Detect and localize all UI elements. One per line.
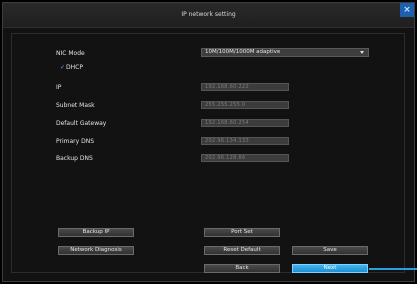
back-button[interactable]: Back [204, 264, 280, 273]
checkmark-icon: ✓ [60, 64, 66, 71]
nic-mode-value: 10M/100M/1000M adaptive [205, 49, 281, 55]
next-button[interactable]: Next [292, 264, 368, 273]
window-title: IP network setting [181, 11, 236, 18]
backup-ip-button[interactable]: Backup IP [58, 228, 134, 237]
port-set-button[interactable]: Port Set [204, 228, 280, 237]
network-diagnosis-button[interactable]: Network Diagnosis [58, 246, 134, 255]
ip-label: IP [56, 84, 62, 91]
save-button[interactable]: Save [292, 246, 368, 255]
primary-dns-field[interactable]: 202.96.134.133 [201, 137, 289, 145]
ip-field[interactable]: 192.168.60.222 [201, 83, 289, 91]
backup-dns-field[interactable]: 202.96.128.86 [201, 154, 289, 162]
dhcp-label: DHCP [66, 64, 83, 71]
subnet-mask-label: Subnet Mask [56, 102, 95, 109]
reset-default-button[interactable]: Reset Default [204, 246, 280, 255]
nic-mode-select[interactable]: 10M/100M/1000M adaptive [201, 48, 369, 57]
close-icon[interactable]: × [400, 3, 414, 17]
primary-dns-label: Primary DNS [56, 138, 95, 145]
focus-indicator [369, 268, 417, 270]
chevron-down-icon [360, 51, 364, 54]
subnet-mask-field[interactable]: 255.255.255.0 [201, 101, 289, 109]
backup-dns-label: Backup DNS [56, 155, 93, 162]
nic-mode-label: NIC Mode [56, 50, 85, 57]
dhcp-checkbox[interactable]: ✓DHCP [60, 64, 83, 71]
default-gateway-label: Default Gateway [56, 120, 107, 127]
default-gateway-field[interactable]: 192.168.60.254 [201, 119, 289, 127]
title-bar: IP network setting × [3, 3, 414, 28]
